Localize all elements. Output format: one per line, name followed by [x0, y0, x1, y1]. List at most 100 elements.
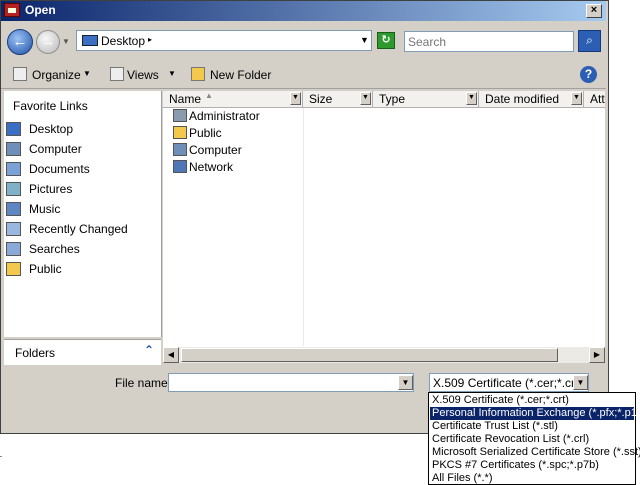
views-icon — [110, 67, 124, 81]
sort-ascending-icon: ▲ — [205, 91, 213, 100]
sidebar-item-label: Music — [29, 202, 61, 216]
folders-toggle[interactable]: Folders ⌃ — [4, 339, 161, 365]
desktop-icon — [6, 122, 21, 136]
sidebar-item-public[interactable]: Public — [6, 261, 156, 279]
column-divider — [303, 108, 304, 346]
file-type-option[interactable]: Personal Information Exchange (*.pfx;*.p… — [430, 407, 640, 420]
sidebar-item-label: Searches — [29, 242, 80, 256]
network-icon — [173, 160, 187, 173]
chevron-down-icon[interactable]: ▼ — [398, 375, 413, 390]
column-header: Name ▲ ▼ Size ▼ Type ▼ Date modified ▼ A… — [163, 91, 605, 108]
views-button[interactable]: Views ▼ — [110, 67, 178, 83]
title-bar[interactable] — [1, 1, 606, 21]
stray-pixel — [0, 456, 2, 457]
sidebar-item-computer[interactable]: Computer — [6, 141, 156, 159]
file-type-option[interactable]: Certificate Revocation List (*.crl) — [430, 433, 634, 446]
file-type-filter-value: X.509 Certificate (*.cer;*.crt) — [433, 376, 583, 390]
folders-label: Folders — [15, 346, 56, 360]
refresh-button[interactable]: ↻ — [377, 32, 395, 49]
column-filter-button[interactable]: ▼ — [466, 92, 477, 105]
sidebar-item-recently-changed[interactable]: Recently Changed — [6, 221, 156, 239]
column-name[interactable]: Name ▲ ▼ — [163, 91, 303, 107]
sidebar-item-label: Documents — [29, 162, 90, 176]
list-item[interactable]: Administrator — [173, 109, 283, 126]
crumb-arrow-icon[interactable]: ▸ — [148, 35, 152, 44]
chevron-up-icon: ⌃ — [144, 343, 155, 357]
sidebar-item-label: Recently Changed — [29, 222, 128, 236]
computer-icon — [173, 143, 187, 156]
chevron-down-icon[interactable]: ▼ — [573, 375, 588, 390]
history-dropdown-icon[interactable]: ▼ — [62, 37, 70, 46]
documents-icon — [6, 162, 21, 176]
sidebar-item-label: Desktop — [29, 122, 74, 136]
file-name-input[interactable] — [171, 375, 393, 390]
address-dropdown-icon[interactable]: ▼ — [360, 35, 369, 45]
column-filter-button[interactable]: ▼ — [290, 92, 301, 105]
file-type-option[interactable]: PKCS #7 Certificates (*.spc;*.p7b) — [430, 459, 634, 472]
search-box[interactable] — [404, 31, 574, 52]
scroll-thumb[interactable] — [181, 348, 558, 362]
column-attributes[interactable]: Attr — [584, 91, 605, 107]
list-item-label: Network — [189, 160, 234, 174]
window-title: Open — [25, 3, 56, 17]
recently-changed-icon — [6, 222, 21, 236]
searches-icon — [6, 242, 21, 256]
scroll-right-icon[interactable]: ▶ — [589, 347, 605, 363]
sidebar-item-label: Pictures — [29, 182, 73, 196]
sidebar-item-label: Computer — [29, 142, 82, 156]
list-item-label: Administrator — [189, 109, 260, 123]
close-button[interactable]: × — [586, 4, 602, 18]
public-folder-icon — [6, 262, 21, 276]
column-filter-button[interactable]: ▼ — [571, 92, 582, 105]
folder-icon — [173, 126, 187, 139]
sidebar-item-documents[interactable]: Documents — [6, 161, 156, 179]
sidebar-item-searches[interactable]: Searches — [6, 241, 156, 259]
file-type-option[interactable]: Microsoft Serialized Certificate Store (… — [430, 446, 640, 459]
back-button[interactable]: ← — [7, 29, 33, 55]
music-icon — [6, 202, 21, 216]
organize-label: Organize — [32, 68, 81, 82]
column-type[interactable]: Type ▼ — [373, 91, 479, 107]
chevron-down-icon: ▼ — [83, 69, 91, 78]
forward-button[interactable]: → — [36, 30, 60, 54]
file-type-dropdown-list[interactable]: X.509 Certificate (*.cer;*.crt) Personal … — [428, 392, 640, 485]
file-type-option[interactable]: All Files (*.*) — [430, 472, 634, 485]
list-item[interactable]: Network — [173, 160, 283, 177]
desktop-icon — [82, 35, 98, 46]
column-date-modified[interactable]: Date modified ▼ — [479, 91, 584, 107]
horizontal-scrollbar[interactable]: ◀ ▶ — [163, 347, 605, 363]
sidebar-item-music[interactable]: Music — [6, 201, 156, 219]
help-icon[interactable]: ? — [580, 66, 597, 83]
views-label: Views — [127, 68, 159, 82]
chevron-down-icon: ▼ — [168, 69, 176, 78]
organize-button[interactable]: Organize ▼ — [13, 67, 93, 83]
sidebar-item-pictures[interactable]: Pictures — [6, 181, 156, 199]
column-filter-button[interactable]: ▼ — [360, 92, 371, 105]
column-size[interactable]: Size ▼ — [303, 91, 373, 107]
file-type-option[interactable]: X.509 Certificate (*.cer;*.crt) — [430, 394, 634, 407]
favorite-links-title: Favorite Links — [13, 99, 88, 113]
new-folder-label: New Folder — [210, 68, 272, 82]
file-type-filter[interactable]: X.509 Certificate (*.cer;*.crt) ▼ — [429, 373, 589, 392]
user-folder-icon — [173, 109, 187, 122]
file-name-combobox[interactable]: ▼ — [168, 373, 414, 392]
sidebar-item-desktop[interactable]: Desktop — [6, 121, 156, 139]
new-folder-icon — [191, 67, 205, 81]
organize-icon — [13, 67, 27, 81]
scroll-left-icon[interactable]: ◀ — [163, 347, 179, 363]
search-icon[interactable]: ⌕ — [578, 30, 601, 52]
search-input[interactable] — [408, 35, 568, 49]
list-item-label: Computer — [189, 143, 242, 157]
address-crumb[interactable]: Desktop — [101, 34, 145, 48]
new-folder-button[interactable]: New Folder — [191, 67, 271, 83]
address-bar[interactable]: Desktop ▸ ▼ — [76, 30, 372, 51]
sidebar-item-label: Public — [29, 262, 62, 276]
list-item-label: Public — [189, 126, 222, 140]
file-type-option[interactable]: Certificate Trust List (*.stl) — [430, 420, 634, 433]
list-item[interactable]: Computer — [173, 143, 283, 160]
certificate-app-icon — [4, 3, 20, 17]
pictures-icon — [6, 182, 21, 196]
list-item[interactable]: Public — [173, 126, 283, 143]
file-name-label: File name: — [115, 376, 172, 390]
computer-icon — [6, 142, 21, 156]
